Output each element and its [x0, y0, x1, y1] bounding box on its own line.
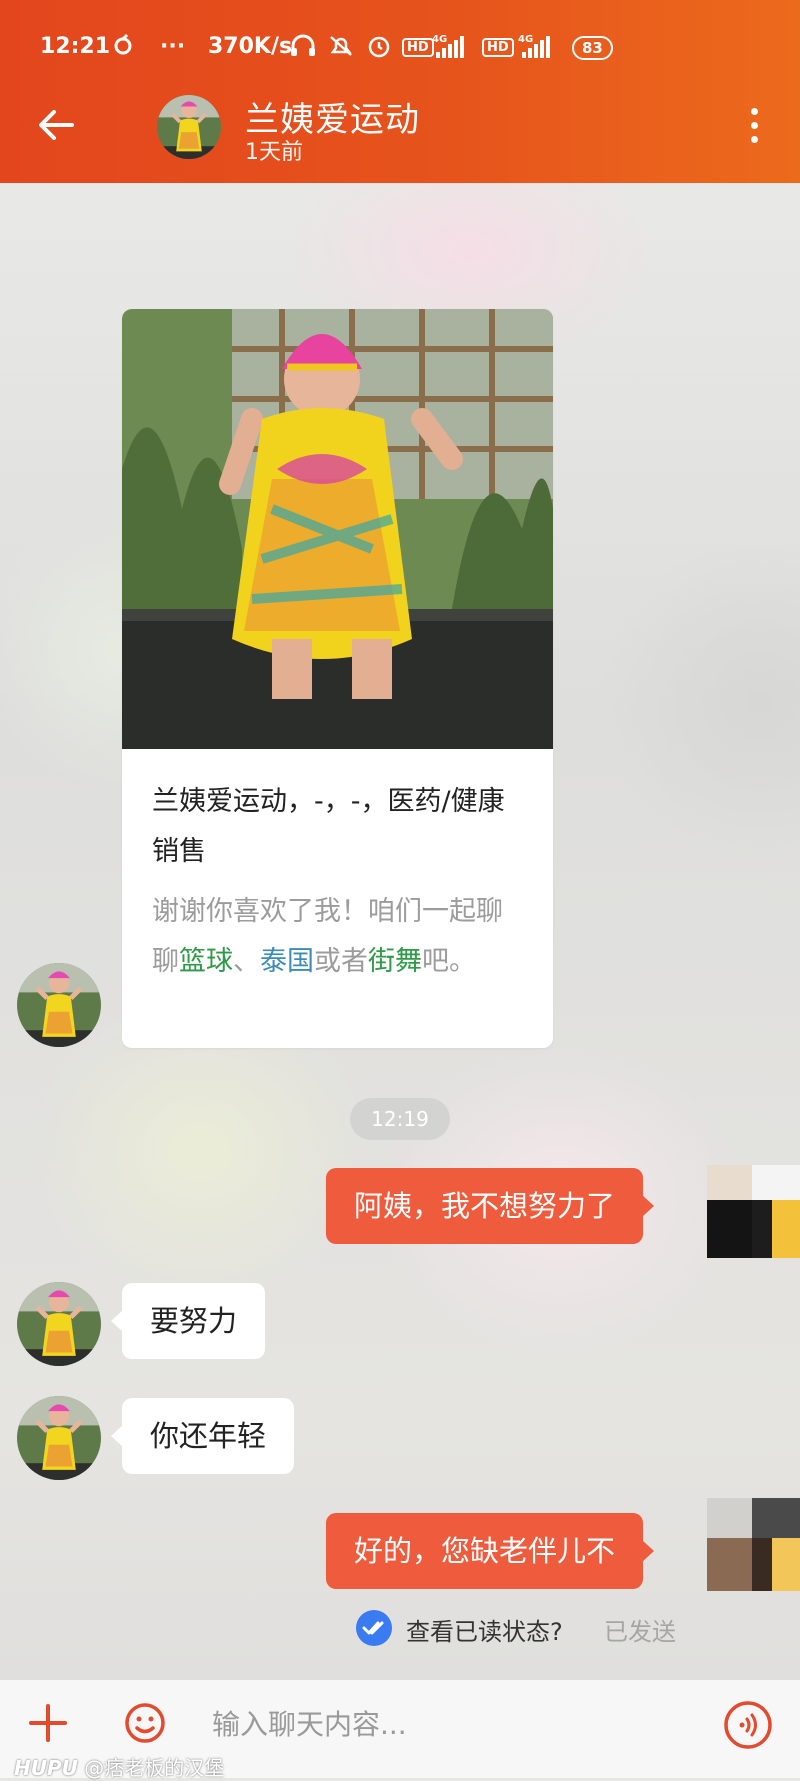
- net-speed: 370K/s: [208, 34, 293, 59]
- my-avatar[interactable]: [707, 1165, 800, 1258]
- alarm-icon: [366, 34, 392, 64]
- profile-card-title: 兰姨爱运动，-，-，医药/健康 销售: [152, 786, 505, 867]
- message-input[interactable]: [210, 1692, 704, 1756]
- watermark-brand: HUPU: [14, 1756, 78, 1780]
- interest-keyword-thailand[interactable]: 泰国: [260, 946, 314, 977]
- contact-message-bubble[interactable]: 你还年轻: [110, 1398, 295, 1474]
- watermark: HUPU @痞老板的汉堡: [14, 1752, 224, 1781]
- smiley-icon: [125, 1703, 165, 1743]
- sync-icon: [112, 33, 134, 62]
- view-read-status-link[interactable]: 查看已读状态?: [406, 1612, 563, 1647]
- profile-card-description: 谢谢你喜欢了我！咱们一起聊聊篮球、泰国或者街舞吧。: [152, 887, 522, 987]
- voice-button[interactable]: [723, 1700, 773, 1750]
- status-dots: ···: [160, 34, 186, 59]
- more-dot: [750, 122, 758, 129]
- hd-badge: HD: [402, 38, 434, 57]
- mute-icon: [328, 34, 354, 64]
- avatar-photo: [157, 95, 221, 159]
- contact-avatar[interactable]: [17, 963, 101, 1047]
- status-time: 12:21: [40, 34, 111, 59]
- avatar-photo: [17, 1396, 101, 1480]
- voice-icon: [724, 1701, 772, 1749]
- double-check-icon: [356, 1610, 392, 1646]
- back-button[interactable]: [34, 103, 78, 147]
- battery-indicator: 83: [572, 36, 613, 60]
- sent-status: 已发送: [604, 1618, 676, 1646]
- timestamp-divider: 12:19: [350, 1098, 450, 1140]
- more-dot: [750, 136, 758, 143]
- avatar-photo: [17, 963, 101, 1047]
- headset-icon: [290, 34, 316, 64]
- description-text: 吧。: [422, 946, 476, 977]
- contact-avatar[interactable]: [157, 95, 221, 159]
- contact-avatar[interactable]: [17, 1282, 101, 1366]
- my-avatar[interactable]: [707, 1498, 800, 1591]
- back-arrow-icon: [39, 110, 74, 140]
- profile-card[interactable]: 兰姨爱运动，-，-，医药/健康 销售 谢谢你喜欢了我！咱们一起聊聊篮球、泰国或者…: [122, 309, 553, 1048]
- status-bar: 12:21 ··· 370K/s HD 4G HD 4G 83: [0, 28, 800, 68]
- signal-icon: [522, 36, 550, 58]
- hd-badge: HD: [482, 38, 514, 57]
- more-options-button[interactable]: [744, 108, 764, 150]
- signal-icon: [436, 36, 464, 58]
- avatar-photo: [17, 1282, 101, 1366]
- add-attachment-button[interactable]: [28, 1703, 68, 1743]
- contact-message-bubble[interactable]: 要努力: [110, 1283, 266, 1359]
- contact-avatar[interactable]: [17, 1396, 101, 1480]
- interest-keyword-basketball[interactable]: 篮球: [179, 946, 233, 977]
- emoji-button[interactable]: [124, 1702, 166, 1744]
- more-dot: [750, 108, 758, 115]
- plus-icon: [29, 1704, 67, 1742]
- last-seen: 1天前: [245, 140, 303, 165]
- chat-header: 12:21 ··· 370K/s HD 4G HD 4G 83 兰姨爱运动 1天…: [0, 0, 800, 183]
- my-message-bubble[interactable]: 好的，您缺老伴儿不: [326, 1513, 655, 1589]
- watermark-handle: @痞老板的汉堡: [77, 1756, 225, 1780]
- profile-photo: [122, 309, 553, 749]
- description-text: 或者: [314, 946, 368, 977]
- my-message-bubble[interactable]: 阿姨，我不想努力了: [326, 1168, 655, 1244]
- interest-keyword-streetdance[interactable]: 街舞: [368, 946, 422, 977]
- separator: 、: [233, 946, 260, 977]
